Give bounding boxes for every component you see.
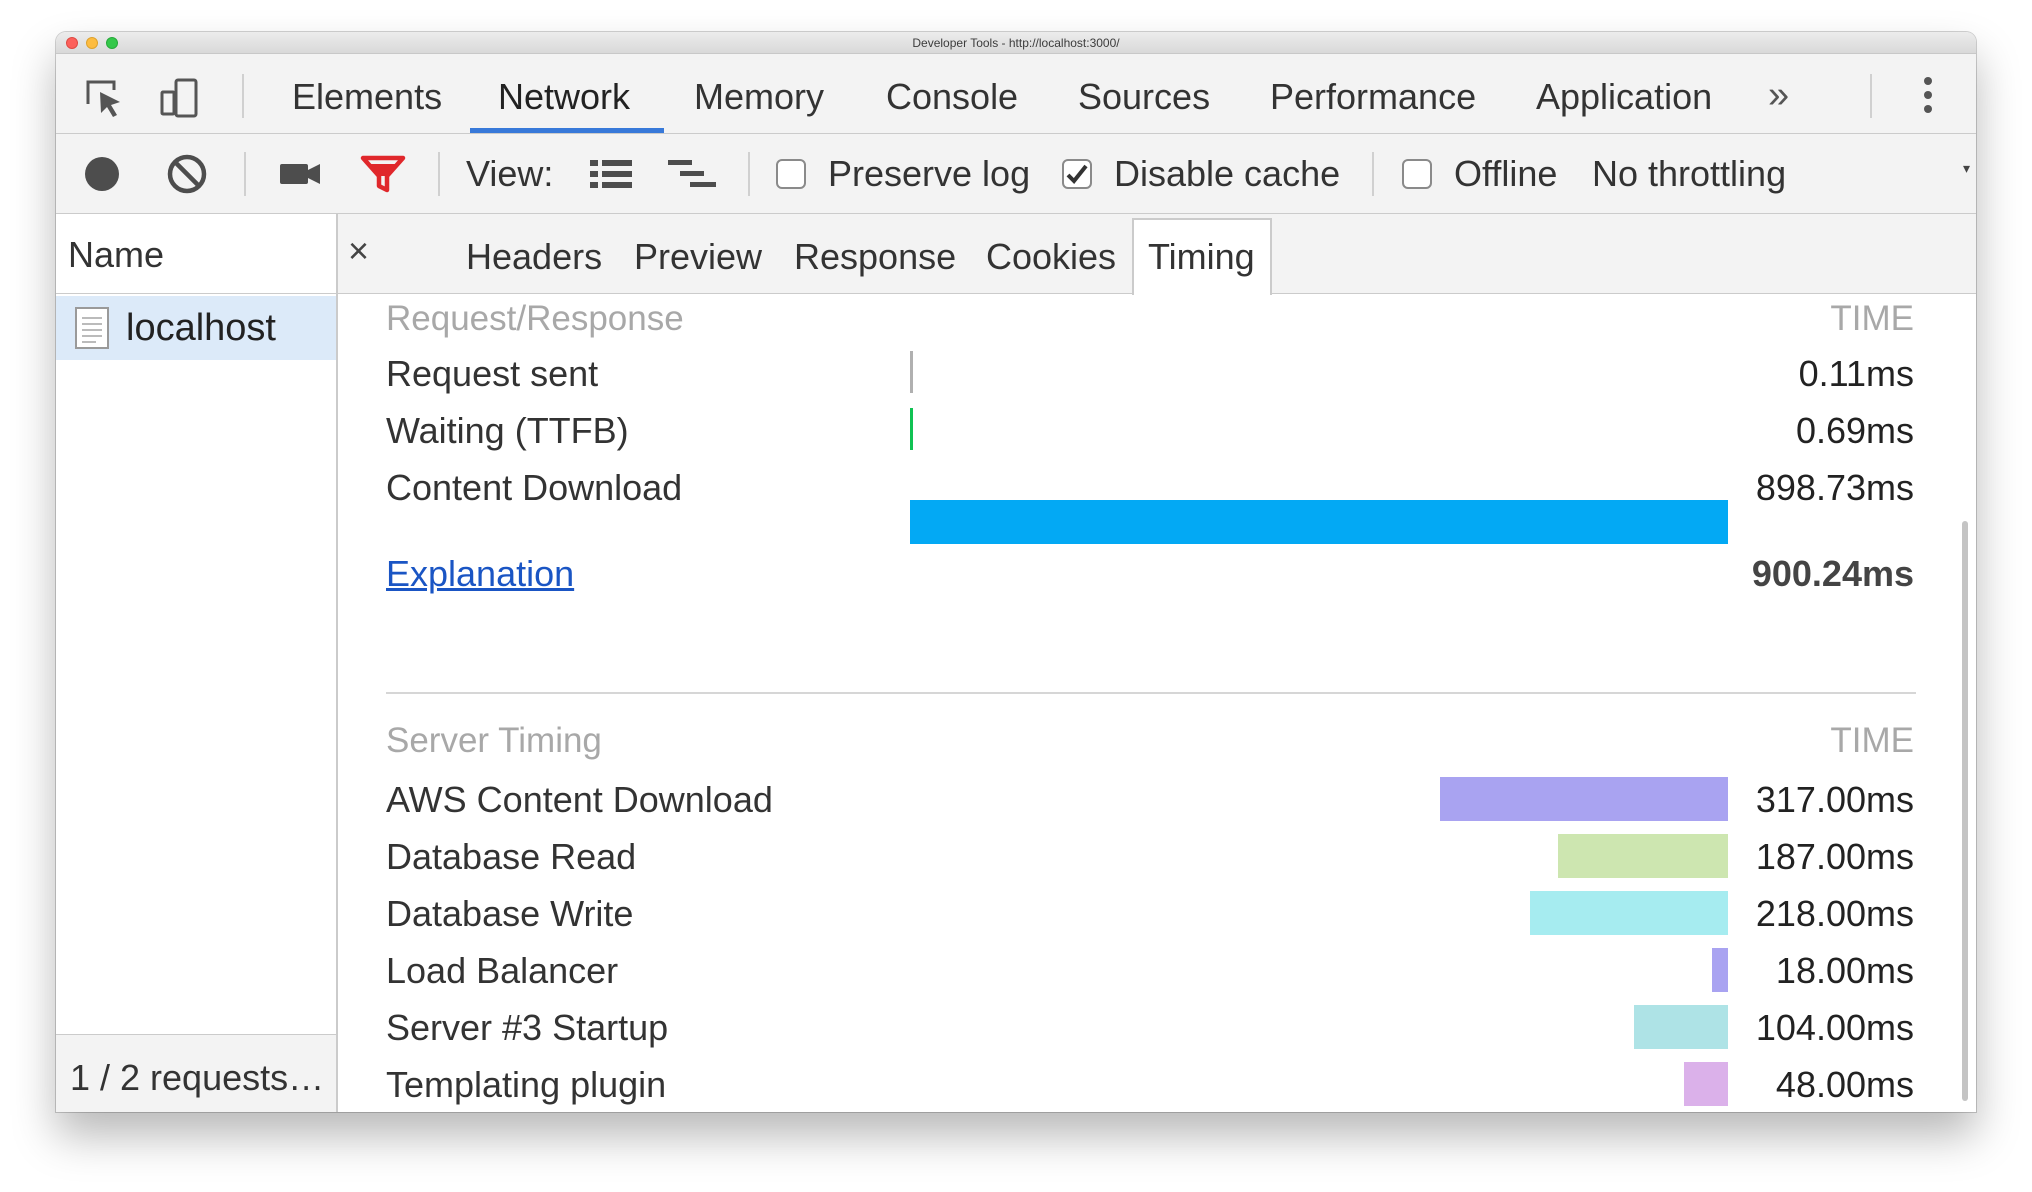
- disable-cache-label: Disable cache: [1114, 153, 1341, 194]
- tab-preview[interactable]: Preview: [634, 236, 762, 278]
- server-timing-label: AWS Content Download: [386, 779, 773, 820]
- scrollbar[interactable]: [1962, 521, 1968, 1101]
- title-bar: Developer Tools - http://localhost:3000/: [56, 32, 1976, 54]
- window-title: Developer Tools - http://localhost:3000/: [912, 36, 1120, 50]
- toolbar-separator: [438, 152, 440, 196]
- more-tabs-button[interactable]: »: [1768, 74, 1789, 117]
- request-response-title: Request/Response: [386, 299, 684, 338]
- document-icon: [75, 307, 109, 349]
- server-timing-bar: [1684, 1062, 1728, 1106]
- detail-tab-bar: × Headers Preview Response Cookies Timin…: [338, 214, 1976, 295]
- name-column-header[interactable]: Name: [56, 214, 336, 294]
- timing-row-label: Waiting (TTFB): [386, 410, 629, 451]
- server-timing-bar: [1711, 948, 1728, 992]
- timing-panel: Request/Response TIME Request sent 0.11m…: [338, 295, 1976, 1112]
- server-timing-value: 104.00ms: [1755, 1007, 1914, 1048]
- tab-application[interactable]: Application: [1536, 76, 1712, 118]
- toolbar-separator: [242, 74, 244, 118]
- tab-performance[interactable]: Performance: [1270, 76, 1476, 118]
- tab-response[interactable]: Response: [794, 236, 956, 278]
- throttling-select[interactable]: No throttling: [1592, 150, 1786, 198]
- disable-cache-box[interactable]: [1062, 159, 1092, 189]
- disable-cache-checkbox[interactable]: Disable cache: [1062, 150, 1340, 198]
- network-toolbar: View: Preserve log Disable cache Offline…: [56, 134, 1976, 214]
- requests-panel: Name localhost 1 / 2 requests…: [56, 214, 338, 1112]
- toolbar-separator: [1372, 152, 1374, 196]
- request-row[interactable]: localhost: [56, 296, 336, 360]
- timing-row-value: 898.73ms: [1755, 467, 1914, 508]
- timing-row-value: 0.11ms: [1798, 353, 1914, 394]
- device-toolbar-icon[interactable]: [156, 74, 204, 122]
- devtools-window: Developer Tools - http://localhost:3000/…: [56, 32, 1976, 1112]
- large-rows-icon[interactable]: [588, 150, 634, 198]
- content-download-bar: [910, 500, 1728, 544]
- customize-menu-icon[interactable]: [1918, 74, 1938, 124]
- tab-memory[interactable]: Memory: [694, 76, 824, 118]
- server-timing-bar: [1530, 891, 1728, 935]
- server-timing-bar: [1440, 777, 1728, 821]
- toolbar-separator: [748, 152, 750, 196]
- server-timing-value: 187.00ms: [1755, 836, 1914, 877]
- server-timing-label: Database Write: [386, 893, 634, 934]
- inspect-element-icon[interactable]: [80, 74, 128, 122]
- total-time: 900.24ms: [1751, 553, 1914, 594]
- tab-console[interactable]: Console: [886, 76, 1018, 118]
- section-divider: [386, 692, 1916, 694]
- server-timing-bar: [1558, 834, 1728, 878]
- server-timing-value: 218.00ms: [1755, 893, 1914, 934]
- tab-elements[interactable]: Elements: [292, 76, 442, 118]
- server-timing-value: 18.00ms: [1775, 950, 1914, 991]
- offline-box[interactable]: [1402, 159, 1432, 189]
- active-tab-indicator: [470, 128, 664, 133]
- offline-label: Offline: [1454, 153, 1558, 194]
- server-timing-label: Templating plugin: [386, 1064, 667, 1105]
- preserve-log-box[interactable]: [776, 159, 806, 189]
- explanation-link[interactable]: Explanation: [386, 553, 574, 595]
- server-timing-label: Database Read: [386, 836, 637, 877]
- time-column-header: TIME: [1830, 299, 1914, 338]
- server-timing-value: 317.00ms: [1755, 779, 1914, 820]
- preserve-log-label: Preserve log: [828, 153, 1031, 194]
- server-timing-label: Load Balancer: [386, 950, 619, 991]
- timing-tick: [910, 351, 913, 393]
- toolbar-separator: [1870, 74, 1872, 118]
- overview-waterfall-icon[interactable]: [666, 150, 718, 198]
- tab-timing[interactable]: Timing: [1148, 236, 1255, 278]
- tab-network[interactable]: Network: [498, 76, 630, 118]
- clear-icon[interactable]: [166, 150, 208, 198]
- timing-tick: [910, 408, 913, 450]
- timing-row-label: Request sent: [386, 353, 599, 394]
- filter-icon[interactable]: [360, 150, 406, 198]
- offline-checkbox[interactable]: Offline: [1402, 150, 1557, 198]
- preserve-log-checkbox[interactable]: Preserve log: [776, 150, 1030, 198]
- close-icon[interactable]: ×: [348, 230, 369, 272]
- server-timing-bar: [1633, 1005, 1728, 1049]
- server-timing-label: Server #3 Startup: [386, 1007, 669, 1048]
- capture-screenshots-icon[interactable]: [278, 150, 322, 198]
- requests-summary: 1 / 2 requests…: [56, 1034, 336, 1112]
- tab-sources[interactable]: Sources: [1078, 76, 1210, 118]
- view-label: View:: [466, 153, 554, 194]
- tab-headers[interactable]: Headers: [466, 236, 602, 278]
- toolbar-separator: [244, 152, 246, 196]
- main-tab-bar: Elements Network Memory Console Sources …: [56, 54, 1976, 134]
- timing-row-value: 0.69ms: [1795, 410, 1914, 451]
- record-icon[interactable]: [82, 150, 122, 198]
- request-name: localhost: [126, 306, 276, 349]
- chevron-down-icon[interactable]: ▾: [1963, 160, 1970, 177]
- time-column-header: TIME: [1830, 721, 1914, 760]
- tab-cookies[interactable]: Cookies: [986, 236, 1116, 278]
- checkmark-icon: [1066, 164, 1088, 184]
- server-timing-value: 48.00ms: [1775, 1064, 1914, 1105]
- timing-row-label: Content Download: [386, 467, 683, 508]
- server-timing-title: Server Timing: [386, 721, 602, 760]
